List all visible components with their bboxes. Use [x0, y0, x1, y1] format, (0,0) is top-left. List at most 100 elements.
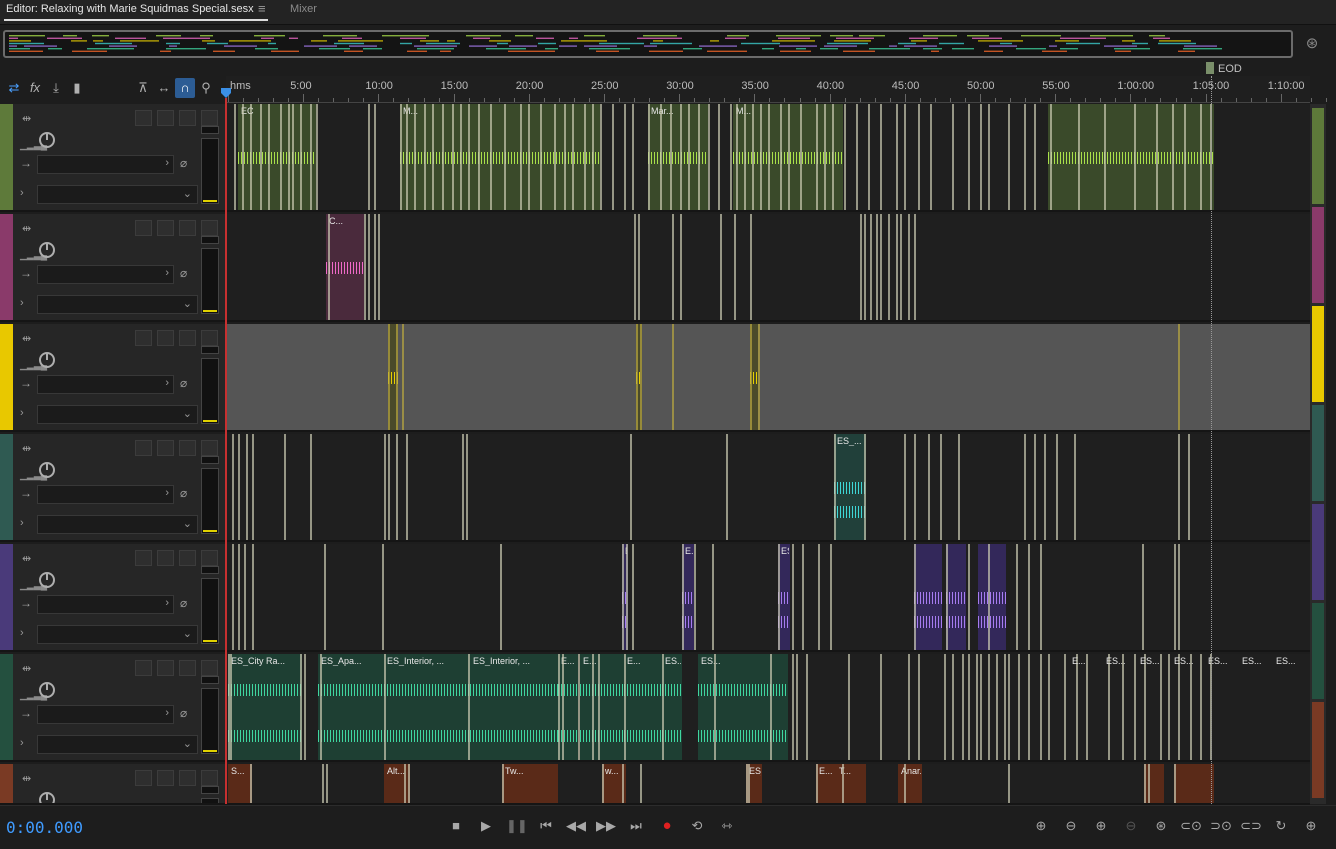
clip-edge[interactable]: [598, 654, 600, 760]
clip-edge[interactable]: [832, 104, 834, 210]
clip-edge[interactable]: [1144, 654, 1146, 760]
clip-edge[interactable]: [1086, 654, 1088, 760]
clip-edge[interactable]: [388, 324, 390, 430]
clip-edge[interactable]: [558, 654, 560, 760]
solo-button[interactable]: [157, 330, 174, 346]
clip-edge[interactable]: [452, 104, 454, 210]
clip-edge[interactable]: [1024, 104, 1026, 210]
clip-edge[interactable]: [844, 104, 846, 210]
clip-edge[interactable]: [1040, 654, 1042, 760]
clip-edge[interactable]: [326, 764, 328, 803]
clip-edge[interactable]: [802, 544, 804, 650]
audio-clip[interactable]: C...: [326, 214, 364, 320]
clip-edge[interactable]: [1078, 104, 1080, 210]
clip-edge[interactable]: [792, 544, 794, 650]
mute-button[interactable]: [135, 660, 152, 676]
clip-edge[interactable]: [1168, 654, 1170, 760]
clip-edge[interactable]: [712, 544, 714, 650]
record-arm-button[interactable]: [179, 440, 196, 456]
input-monitor-button[interactable]: [201, 110, 218, 126]
timeline-ruler[interactable]: hms 5:00 10:00 15:00 20:00 25:00 30:00 35:00 40:…: [226, 76, 1327, 103]
clip-edge[interactable]: [374, 104, 376, 210]
clip-edge[interactable]: [880, 104, 882, 210]
clip-edge[interactable]: [980, 654, 982, 760]
clip-edge[interactable]: [250, 764, 252, 803]
clip-edge[interactable]: [592, 104, 594, 210]
solo-button[interactable]: [157, 440, 174, 456]
skip-selection-icon[interactable]: ⇿: [717, 816, 737, 836]
clip-edge[interactable]: [768, 104, 770, 210]
clip-edge[interactable]: [1028, 654, 1030, 760]
audio-clip[interactable]: [1174, 764, 1214, 803]
clip-edge[interactable]: [468, 654, 470, 760]
stop-icon[interactable]: ■: [446, 816, 466, 836]
go-to-start-icon[interactable]: ⏮: [536, 816, 556, 836]
clip-edge[interactable]: [1108, 654, 1110, 760]
audio-clip[interactable]: ES_Interior, ...: [384, 654, 470, 760]
clip-edge[interactable]: [896, 104, 898, 210]
track-color-segment[interactable]: [1312, 405, 1324, 501]
tab-menu-icon[interactable]: ≡: [258, 1, 266, 16]
clip-edge[interactable]: [904, 434, 906, 540]
clip-edge[interactable]: [1142, 544, 1144, 650]
clip-edge[interactable]: [1174, 544, 1176, 650]
clip-edge[interactable]: [788, 104, 790, 210]
clip-edge[interactable]: [900, 214, 902, 320]
clip-edge[interactable]: [818, 544, 820, 650]
audio-clip[interactable]: ES_Apa...: [318, 654, 384, 760]
expand-chevron-icon[interactable]: ›: [20, 187, 24, 199]
clip-edge[interactable]: [502, 764, 504, 803]
phase-invert-icon[interactable]: ⌀: [180, 376, 187, 390]
phase-invert-icon[interactable]: ⌀: [180, 486, 187, 500]
clip-edge[interactable]: [672, 214, 674, 320]
clip-edge[interactable]: [662, 654, 664, 760]
clip-edge[interactable]: [1156, 104, 1158, 210]
track-drag-handle-icon[interactable]: ⇹: [22, 552, 31, 565]
track-header-marie[interactable]: ⇹ ▁▂▃▄ → › ⌀ › ⌄: [0, 104, 226, 212]
expand-chevron-icon[interactable]: ›: [20, 627, 24, 639]
clip-edge[interactable]: [868, 104, 870, 210]
clip-edge[interactable]: [860, 214, 862, 320]
send-icon[interactable]: ⤓: [46, 78, 66, 98]
audio-clip[interactable]: Tw...: [502, 764, 558, 803]
clip-edge[interactable]: [300, 654, 302, 760]
track-color-segment[interactable]: [1312, 702, 1324, 798]
clip-edge[interactable]: [634, 214, 636, 320]
audio-clip[interactable]: [946, 544, 966, 650]
track-lane-sfx-2[interactable]: ES_...E...ES_...: [226, 544, 1310, 652]
clip-edge[interactable]: [1044, 434, 1046, 540]
record-arm-button[interactable]: [179, 550, 196, 566]
clip-edge[interactable]: [1074, 434, 1076, 540]
record-arm-button[interactable]: [179, 110, 196, 126]
input-select[interactable]: ›: [37, 155, 174, 174]
clip-edge[interactable]: [682, 544, 684, 650]
clip-edge[interactable]: [1016, 544, 1018, 650]
clip-edge[interactable]: [600, 104, 602, 210]
clip-edge[interactable]: [944, 654, 946, 760]
clip-edge[interactable]: [246, 434, 248, 540]
tab-mixer[interactable]: Mixer: [290, 3, 317, 15]
clip-edge[interactable]: [914, 544, 916, 650]
clip-edge[interactable]: [952, 104, 954, 210]
clip-edge[interactable]: [554, 104, 556, 210]
clip-edge[interactable]: [1076, 654, 1078, 760]
clip-edge[interactable]: [500, 544, 502, 650]
go-to-end-icon[interactable]: ⏭: [626, 816, 646, 836]
audio-clip[interactable]: [978, 544, 1006, 650]
zoom-navigator-icon[interactable]: ⊛: [1301, 34, 1323, 54]
input-select[interactable]: ›: [37, 595, 174, 614]
input-select[interactable]: ›: [37, 485, 174, 504]
phase-invert-icon[interactable]: ⌀: [180, 156, 187, 170]
clip-edge[interactable]: [748, 764, 750, 803]
clip-edge[interactable]: [830, 544, 832, 650]
audio-clip[interactable]: E...: [580, 654, 624, 760]
zoom-fit-icon[interactable]: ↔: [154, 78, 174, 98]
clip-edge[interactable]: [968, 544, 970, 650]
track-header-sfx-2[interactable]: ⇹ ▁▂▃▄ → › ⌀ › ⌄: [0, 544, 226, 652]
clip-edge[interactable]: [528, 104, 530, 210]
zoom-in-tracks-icon[interactable]: ↻: [1270, 816, 1292, 836]
zoom-out-amplitude-icon[interactable]: ⊖: [1060, 816, 1082, 836]
clip-edge[interactable]: [238, 544, 240, 650]
clip-edge[interactable]: [1200, 104, 1202, 210]
record-arm-button[interactable]: [179, 220, 196, 236]
